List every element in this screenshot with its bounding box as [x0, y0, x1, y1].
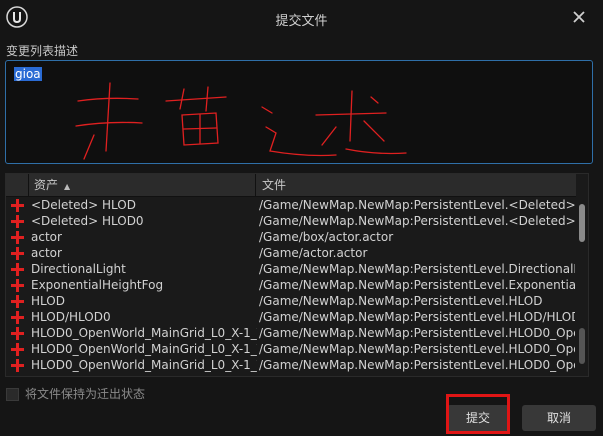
- add-red-plus-icon: [11, 231, 24, 244]
- asset-cell: <Deleted> HLOD0: [31, 214, 144, 228]
- table-row[interactable]: actor/Game/actor.actor: [6, 245, 576, 261]
- cancel-button[interactable]: 取消: [522, 405, 596, 431]
- handwritten-annotation-icon: [75, 82, 407, 160]
- asset-cell: ExponentialHeightFog: [31, 278, 164, 292]
- add-red-plus-icon: [11, 199, 24, 212]
- description-text: gioa: [14, 67, 42, 81]
- keep-checked-out-checkbox[interactable]: [6, 388, 19, 401]
- file-cell: /Game/NewMap.NewMap:PersistentLevel.HLOD…: [259, 310, 575, 324]
- table-row[interactable]: HLOD/HLOD0/Game/NewMap.NewMap:Persistent…: [6, 309, 576, 325]
- sort-ascending-icon: ▲: [64, 182, 71, 191]
- file-cell: /Game/NewMap.NewMap:PersistentLevel.<Del…: [259, 198, 575, 212]
- column-header-file[interactable]: 文件: [256, 174, 576, 196]
- window-title: 提交文件: [275, 14, 328, 29]
- file-cell: /Game/NewMap.NewMap:PersistentLevel.<Del…: [259, 214, 575, 228]
- add-red-plus-icon: [11, 327, 24, 340]
- table-row[interactable]: DirectionalLight/Game/NewMap.NewMap:Pers…: [6, 261, 576, 277]
- asset-cell: actor: [31, 246, 62, 260]
- add-red-plus-icon: [11, 311, 24, 324]
- scrollbar-thumb-secondary[interactable]: [579, 328, 585, 364]
- file-cell: /Game/NewMap.NewMap:PersistentLevel.HLOD: [259, 294, 543, 308]
- add-red-plus-icon: [11, 295, 24, 308]
- title-bar: 提交文件: [0, 0, 603, 36]
- table-row[interactable]: actor/Game/box/actor.actor: [6, 229, 576, 245]
- table-row[interactable]: <Deleted> HLOD/Game/NewMap.NewMap:Persis…: [6, 197, 576, 213]
- file-cell: /Game/NewMap.NewMap:PersistentLevel.Expo…: [259, 278, 575, 292]
- file-cell: /Game/NewMap.NewMap:PersistentLevel.HLOD…: [259, 326, 575, 340]
- vertical-scrollbar[interactable]: [578, 198, 586, 374]
- asset-cell: <Deleted> HLOD: [31, 198, 136, 212]
- scrollbar-thumb[interactable]: [579, 204, 585, 242]
- close-icon[interactable]: [571, 9, 587, 25]
- asset-cell: DirectionalLight: [31, 262, 126, 276]
- table-row[interactable]: HLOD0_OpenWorld_MainGrid_L0_X-1_\/Game/N…: [6, 357, 576, 373]
- description-selected-text: gioa: [14, 67, 42, 81]
- add-red-plus-icon: [11, 343, 24, 356]
- file-cell: /Game/actor.actor: [259, 246, 368, 260]
- column-header-asset[interactable]: 资产 ▲: [28, 174, 256, 196]
- table-row[interactable]: ExponentialHeightFog/Game/NewMap.NewMap:…: [6, 277, 576, 293]
- description-label: 变更列表描述: [6, 44, 79, 58]
- file-cell: /Game/box/actor.actor: [259, 230, 394, 244]
- asset-cell: HLOD/HLOD0: [31, 310, 111, 324]
- table-row[interactable]: HLOD0_OpenWorld_MainGrid_L0_X-1_\/Game/N…: [6, 341, 576, 357]
- asset-cell: actor: [31, 230, 62, 244]
- keep-checked-out-option[interactable]: 将文件保持为迁出状态: [6, 385, 145, 402]
- asset-cell: HLOD: [31, 294, 65, 308]
- add-red-plus-icon: [11, 359, 24, 372]
- add-red-plus-icon: [11, 247, 24, 260]
- add-red-plus-icon: [11, 263, 24, 276]
- file-cell: /Game/NewMap.NewMap:PersistentLevel.HLOD…: [259, 358, 575, 372]
- table-row[interactable]: HLOD0_OpenWorld_MainGrid_L0_X-1_\/Game/N…: [6, 325, 576, 341]
- asset-cell: HLOD0_OpenWorld_MainGrid_L0_X-1_\: [31, 358, 257, 372]
- add-red-plus-icon: [11, 279, 24, 292]
- file-cell: /Game/NewMap.NewMap:PersistentLevel.Dire…: [259, 262, 575, 276]
- submit-button[interactable]: 提交: [447, 405, 509, 431]
- description-textarea[interactable]: gioa: [5, 60, 593, 164]
- add-red-plus-icon: [11, 215, 24, 228]
- asset-cell: HLOD0_OpenWorld_MainGrid_L0_X-1_\: [31, 326, 257, 340]
- file-table: 资产 ▲ 文件 <Deleted> HLOD/Game/NewMap.NewMap…: [5, 173, 589, 377]
- table-row[interactable]: <Deleted> HLOD0/Game/NewMap.NewMap:Persi…: [6, 213, 576, 229]
- keep-checked-out-label: 将文件保持为迁出状态: [25, 387, 146, 401]
- header-gutter: [6, 174, 29, 196]
- file-cell: /Game/NewMap.NewMap:PersistentLevel.HLOD…: [259, 342, 575, 356]
- table-row[interactable]: HLOD/Game/NewMap.NewMap:PersistentLevel.…: [6, 293, 576, 309]
- table-header: 资产 ▲ 文件: [6, 174, 576, 197]
- table-rows: <Deleted> HLOD/Game/NewMap.NewMap:Persis…: [6, 197, 576, 373]
- asset-cell: HLOD0_OpenWorld_MainGrid_L0_X-1_\: [31, 342, 257, 356]
